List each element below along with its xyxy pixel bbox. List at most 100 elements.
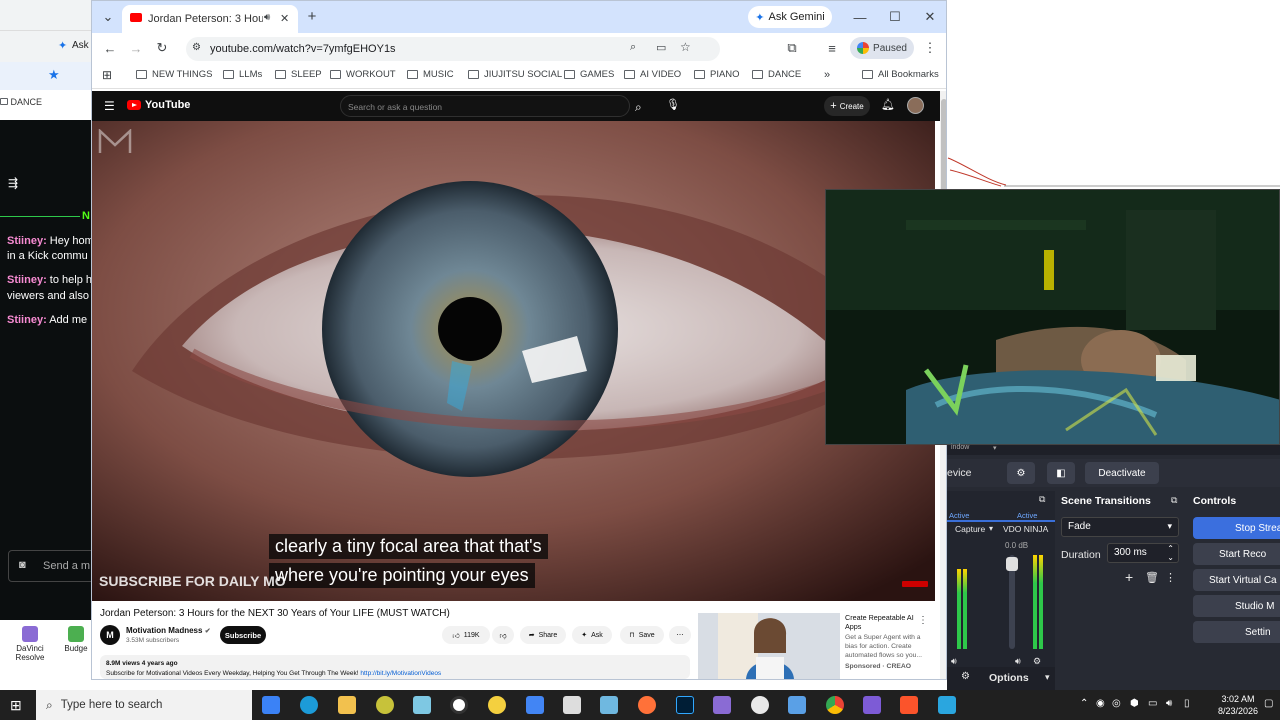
reload-icon[interactable]: ↻: [154, 40, 170, 56]
send-message-input[interactable]: ◙ Send a m: [8, 550, 98, 582]
firefox-icon[interactable]: [638, 696, 656, 714]
extensions-icon[interactable]: ⧉: [784, 40, 800, 56]
volume-icon[interactable]: 🔊︎: [1166, 698, 1172, 709]
tray-icon[interactable]: ⬢: [1130, 698, 1139, 709]
dislike-button[interactable]: 👎︎: [492, 626, 514, 644]
taskbar-search-input[interactable]: ⌕ Type here to search: [36, 690, 252, 720]
stepper-icon[interactable]: ⌃ ⌄: [1167, 544, 1174, 562]
ad-thumbnail[interactable]: [698, 613, 840, 679]
dance-bookmark[interactable]: DANCE: [0, 97, 42, 107]
photoshop-icon[interactable]: [676, 696, 694, 714]
options-gear-icon[interactable]: ⚙: [961, 671, 970, 682]
notifications-icon[interactable]: ▢: [1264, 698, 1273, 709]
duration-input[interactable]: 300 ms ⌃ ⌄: [1107, 543, 1179, 563]
like-button[interactable]: 👍︎ 119K: [442, 626, 490, 644]
notifications-bell-icon[interactable]: 🔔︎: [881, 98, 895, 111]
back-icon[interactable]: ←: [102, 40, 118, 56]
bookmark-folder[interactable]: PIANO: [694, 69, 740, 80]
bookmark-folder[interactable]: GAMES: [564, 69, 614, 80]
docs-icon[interactable]: [526, 696, 544, 714]
capture-dropdown-icon[interactable]: ▾: [989, 524, 993, 533]
hamburger-menu-icon[interactable]: ☰: [104, 99, 115, 113]
tray-icon[interactable]: ◉: [1096, 698, 1105, 709]
network-icon[interactable]: ▭: [1148, 698, 1157, 709]
task-view-icon[interactable]: [262, 696, 280, 714]
properties-gear-icon[interactable]: ⚙: [1007, 462, 1035, 484]
star-icon[interactable]: ★: [48, 67, 60, 83]
share-button[interactable]: ➦ Share: [520, 626, 566, 644]
scene-transitions-menu-icon[interactable]: ⧉: [1171, 495, 1177, 506]
menu-icon[interactable]: ⋮: [922, 40, 938, 56]
bookmark-folder[interactable]: MUSIC: [407, 69, 454, 80]
davinci-icon[interactable]: [713, 696, 731, 714]
user-avatar[interactable]: [907, 97, 924, 114]
ad-menu-icon[interactable]: ⋮: [918, 615, 928, 626]
ad-text-block[interactable]: Create Repeatable AI Apps Get a Super Ag…: [845, 613, 925, 671]
all-bookmarks[interactable]: All Bookmarks: [862, 69, 939, 80]
options-button[interactable]: Options: [989, 672, 1029, 684]
new-tab-icon[interactable]: +: [304, 8, 320, 25]
dropdown-arrow-icon[interactable]: ▾: [993, 444, 997, 452]
battery-icon[interactable]: ▯: [1184, 698, 1190, 709]
forward-icon[interactable]: →: [128, 40, 144, 56]
channel-avatar[interactable]: M: [100, 625, 120, 645]
tray-icon[interactable]: ◎: [1112, 698, 1121, 709]
bookmark-folder[interactable]: JIUJITSU SOCIAL: [468, 69, 562, 80]
stop-streaming-button[interactable]: Stop Strea: [1193, 517, 1280, 539]
speaker-icon[interactable]: 🔊︎: [951, 656, 957, 667]
chat-username[interactable]: Stiiney:: [7, 235, 47, 247]
video-player[interactable]: clearly a tiny focal area that that's wh…: [92, 121, 935, 601]
remove-transition-icon[interactable]: 🗑︎: [1145, 571, 1159, 584]
volume-slider-handle[interactable]: [1006, 557, 1018, 571]
profile-paused-button[interactable]: Paused: [850, 37, 914, 59]
app-icon[interactable]: [563, 696, 581, 714]
create-button[interactable]: + Create: [824, 96, 870, 116]
bookmark-star-icon[interactable]: ☆: [680, 40, 691, 54]
subscribe-badge-icon[interactable]: [902, 581, 928, 587]
youtube-search-input[interactable]: Search or ask a question ⌕: [340, 95, 642, 117]
channel-name[interactable]: Motivation Madness ✔: [126, 626, 211, 635]
more-bookmarks-icon[interactable]: »: [824, 69, 830, 81]
subscribe-button[interactable]: Subscribe: [220, 626, 266, 644]
settings-button[interactable]: Settin: [1193, 621, 1280, 643]
minimize-icon[interactable]: —: [852, 9, 868, 25]
tab-youtube[interactable]: Jordan Peterson: 3 Hours fo 🔊︎ ✕: [122, 5, 298, 33]
address-bar[interactable]: ⚙ youtube.com/watch?v=7ymfgEHOY1s ⌕ ▭ ☆: [186, 37, 720, 61]
app-icon[interactable]: [863, 696, 881, 714]
expand-icon[interactable]: ⇶: [8, 176, 18, 190]
zoom-icon[interactable]: ⌕: [630, 41, 636, 54]
site-info-icon[interactable]: ⚙: [192, 42, 201, 53]
close-tab-icon[interactable]: ✕: [280, 12, 289, 25]
save-button[interactable]: ⊓ Save: [620, 626, 664, 644]
more-actions-button[interactable]: ⋯: [669, 626, 691, 644]
app-icon[interactable]: [376, 696, 394, 714]
speaker-icon[interactable]: 🔊︎: [1015, 656, 1021, 667]
description-box[interactable]: 8.9M views 4 years ago Subscribe for Mot…: [100, 655, 690, 679]
transition-more-icon[interactable]: ⋮: [1165, 571, 1176, 584]
bookmark-folder[interactable]: NEW THINGS: [136, 69, 213, 80]
app-icon[interactable]: [788, 696, 806, 714]
search-icon[interactable]: ⌕: [635, 100, 642, 115]
microphone-icon[interactable]: 🎙︎: [666, 98, 680, 111]
davinci-resolve-icon[interactable]: DaVinci Resolve: [10, 626, 50, 662]
add-transition-icon[interactable]: +: [1125, 569, 1133, 585]
volume-slider[interactable]: [1006, 555, 1018, 649]
apps-grid-icon[interactable]: ⊞: [100, 68, 114, 82]
ask-button[interactable]: ✦ Ask: [572, 626, 612, 644]
bookmark-folder[interactable]: LLMs: [223, 69, 262, 80]
youtube-logo[interactable]: YouTube: [127, 99, 190, 111]
media-controls-icon[interactable]: ≡: [824, 40, 840, 56]
mixer-menu-icon[interactable]: ⧉: [1039, 494, 1045, 505]
description-link[interactable]: http://bit.ly/MotivationVideos: [360, 670, 441, 677]
windows-start-icon[interactable]: ⊞: [10, 697, 22, 714]
start-virtual-camera-button[interactable]: Start Virtual Ca: [1193, 569, 1280, 591]
start-recording-button[interactable]: Start Reco: [1193, 543, 1280, 565]
bookmark-folder[interactable]: WORKOUT: [330, 69, 396, 80]
budget-icon[interactable]: Budge: [60, 626, 92, 653]
app-icon[interactable]: [413, 696, 431, 714]
chrome-icon[interactable]: [826, 696, 844, 714]
mixer-settings-icon[interactable]: ⚙: [1033, 656, 1041, 667]
transition-select[interactable]: Fade ▾: [1061, 517, 1179, 537]
chat-username[interactable]: Stiiney:: [7, 314, 47, 326]
ask-label[interactable]: Ask: [72, 40, 89, 51]
